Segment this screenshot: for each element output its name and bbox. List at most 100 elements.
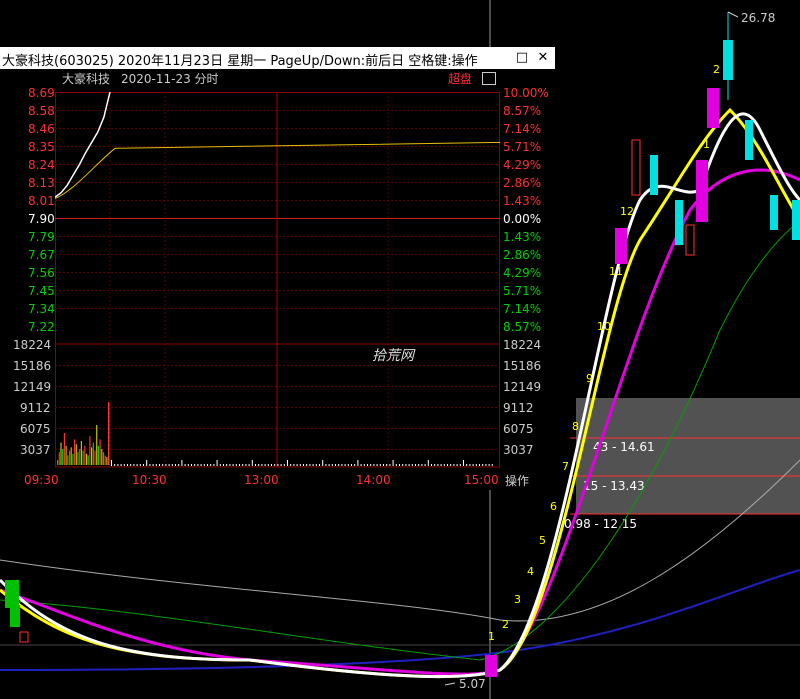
- volume-bar: [363, 464, 365, 466]
- restore-button[interactable]: □: [514, 49, 530, 66]
- volume-bar: [354, 464, 356, 466]
- pct-label: 1.43%: [503, 194, 542, 208]
- volume-bar: [296, 464, 298, 466]
- price-label: 7.67: [28, 248, 55, 262]
- volume-bar: [456, 464, 458, 466]
- volume-bar: [57, 460, 59, 465]
- operate-button[interactable]: 操作: [505, 472, 529, 489]
- volume-bar: [219, 464, 221, 466]
- volume-bar: [357, 460, 359, 466]
- close-button[interactable]: ✕: [535, 49, 551, 66]
- vol-label-right: 18224: [503, 338, 542, 352]
- vol-label-left: 12149: [13, 380, 52, 394]
- wave-label: 6: [550, 500, 557, 513]
- volume-bar: [120, 464, 122, 466]
- volume-bar: [299, 464, 301, 466]
- volume-bar: [434, 464, 436, 466]
- volume-bar: [415, 464, 416, 466]
- volume-bar: [200, 464, 202, 466]
- volume-bar: [92, 442, 94, 465]
- volume-bar: [133, 464, 135, 466]
- wave-label: 8: [572, 420, 579, 433]
- volume-bar: [178, 464, 180, 466]
- volume-bar: [312, 464, 314, 466]
- pct-label: 5.71%: [503, 140, 542, 154]
- volume-bar: [331, 464, 333, 466]
- volume-bar: [123, 464, 125, 466]
- volume-bar: [171, 464, 173, 466]
- time-label: 14:00: [356, 473, 391, 487]
- volume-bar: [207, 464, 208, 466]
- volume-bar: [232, 464, 234, 466]
- volume-bar: [58, 452, 60, 465]
- volume-bar: [370, 464, 372, 466]
- price-label: 8.35: [28, 140, 55, 154]
- volume-bar: [187, 464, 189, 466]
- intraday-chart-area: [55, 92, 500, 468]
- candle: [696, 160, 708, 222]
- volume-bar: [245, 464, 247, 466]
- low-marker: [444, 682, 456, 686]
- volume-bar: [277, 464, 279, 466]
- volume-bar: [309, 464, 311, 466]
- volume-bar: [264, 464, 266, 466]
- volume-bar: [184, 464, 186, 466]
- volume-bar: [328, 464, 330, 466]
- volume-bar: [482, 464, 484, 466]
- wave-label: 1: [488, 630, 495, 643]
- volume-bar: [96, 425, 98, 465]
- vol-label-right: 3037: [503, 443, 534, 457]
- vol-label-right: 9112: [503, 401, 534, 415]
- volume-bar: [347, 464, 349, 466]
- volume-toggle-icon[interactable]: [482, 72, 496, 85]
- level-label-1: 43 - 14.61: [593, 440, 655, 454]
- vol-label-right: 6075: [503, 422, 534, 436]
- pct-label: 8.57%: [503, 104, 542, 118]
- volume-bar: [68, 450, 71, 465]
- candle: [675, 200, 683, 245]
- volume-bar: [485, 464, 487, 466]
- time-label: 13:00: [244, 473, 279, 487]
- volume-bar: [373, 464, 375, 466]
- volume-bar: [258, 464, 260, 466]
- volume-bar: [383, 464, 384, 466]
- popup-titlebar[interactable]: 大豪科技(603025) 2020年11月23日 星期一 PageUp/Down…: [0, 47, 555, 69]
- intraday-popup[interactable]: 大豪科技(603025) 2020年11月23日 星期一 PageUp/Down…: [0, 47, 555, 490]
- pct-label: 1.43%: [503, 230, 542, 244]
- volume-bar: [389, 464, 391, 466]
- price-label: 8.24: [28, 158, 55, 172]
- pct-label: 4.29%: [503, 266, 542, 280]
- price-label: 8.69: [28, 86, 55, 100]
- volume-bar: [143, 464, 144, 466]
- price-label: 7.45: [28, 284, 55, 298]
- volume-bar: [466, 464, 468, 466]
- price-label: 7.90: [28, 212, 55, 226]
- volume-bar: [280, 464, 282, 466]
- volume-bar: [82, 450, 84, 465]
- mode-label[interactable]: 超盘: [448, 70, 472, 87]
- volume-bar: [152, 464, 154, 466]
- pct-label: 4.29%: [503, 158, 542, 172]
- candle: [631, 139, 641, 196]
- candle: [685, 224, 695, 256]
- volume-bar: [63, 433, 65, 465]
- volume-bar: [117, 464, 119, 466]
- pct-label: 2.86%: [503, 248, 542, 262]
- vol-label-right: 15186: [503, 359, 542, 373]
- volume-bar: [111, 460, 112, 466]
- volume-bar: [191, 464, 192, 466]
- wave-label: 9: [586, 372, 593, 385]
- volume-bar: [77, 452, 79, 465]
- volume-bar: [479, 464, 480, 466]
- high-label: 26.78: [741, 11, 775, 25]
- vol-label-left: 15186: [13, 359, 52, 373]
- volume-bar: [62, 449, 64, 465]
- volume-bar: [303, 464, 304, 466]
- price-label: 7.79: [28, 230, 55, 244]
- watermark: 拾荒网: [372, 348, 414, 364]
- candle: [5, 580, 19, 608]
- volume-bar: [293, 464, 295, 466]
- volume-bar: [283, 464, 285, 466]
- volume-bar: [242, 464, 244, 466]
- time-label: 15:00: [464, 473, 499, 487]
